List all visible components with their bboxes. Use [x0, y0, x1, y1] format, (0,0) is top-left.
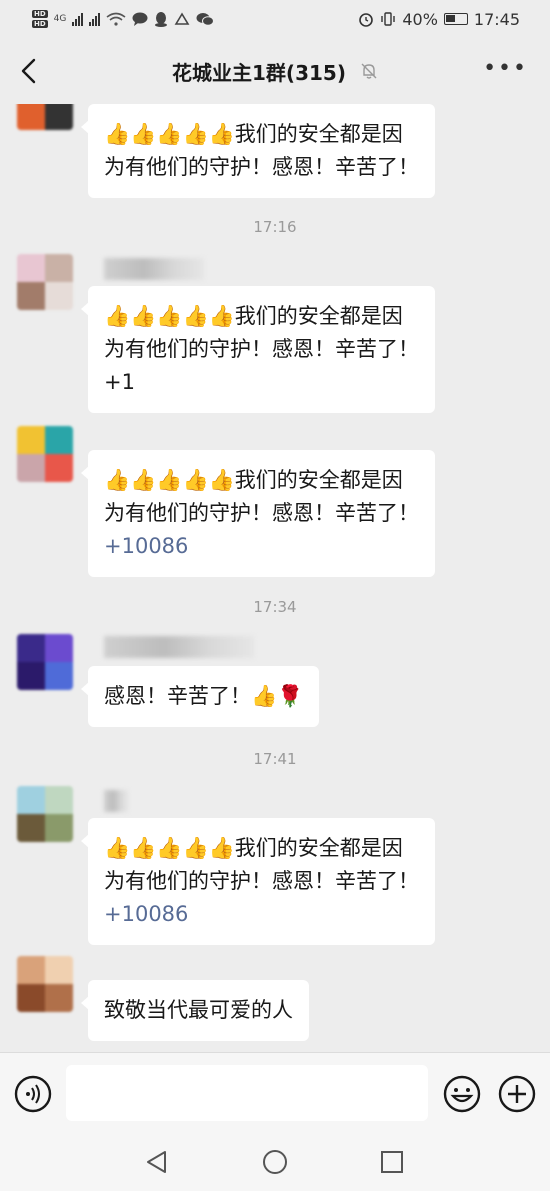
- message-input[interactable]: [66, 1065, 428, 1121]
- hd-badge: HD HD: [32, 9, 48, 29]
- avatar[interactable]: [17, 254, 73, 310]
- sender-name-blurred: [104, 258, 204, 280]
- app-icon: [174, 12, 190, 25]
- hd-label-1: HD: [32, 10, 48, 18]
- vibrate-icon: [381, 12, 396, 26]
- chat-header: 花城业主1群(315) •••: [0, 38, 550, 104]
- message-line: 👍👍👍👍👍我们的安全都是因: [104, 468, 403, 492]
- nav-back-icon[interactable]: [143, 1148, 171, 1176]
- signal-icon-2: [89, 12, 101, 26]
- sender-name-blurred: [104, 636, 254, 658]
- message-bubble[interactable]: 👍👍👍👍👍我们的安全都是因 为有他们的守护！感恩！辛苦了！ +10086: [81, 450, 435, 577]
- timestamp: 17:16: [253, 218, 297, 236]
- battery-icon: [443, 13, 468, 25]
- message-line: 👍👍👍👍👍我们的安全都是因: [104, 122, 403, 146]
- system-nav-bar: [0, 1134, 550, 1191]
- message-line: 致敬当代最可爱的人: [104, 998, 293, 1022]
- alarm-icon: [359, 13, 374, 27]
- avatar[interactable]: [17, 956, 73, 1012]
- message-bubble[interactable]: 👍👍👍👍👍我们的安全都是因 为有他们的守护！感恩！辛苦了！ +10086: [81, 818, 435, 945]
- battery-percent: 40%: [402, 9, 438, 29]
- voice-icon[interactable]: [14, 1075, 52, 1113]
- message-line-number: +10086: [104, 534, 189, 558]
- message-bubble[interactable]: 👍👍👍👍👍我们的安全都是因 为有他们的守护！感恩！辛苦了！: [81, 104, 435, 198]
- emoji-icon[interactable]: [443, 1075, 481, 1113]
- wifi-icon: [106, 12, 126, 26]
- status-bar: HD HD 4G 40% 17:45: [0, 0, 550, 38]
- message-line-number: +10086: [104, 902, 189, 926]
- status-left: HD HD 4G: [32, 9, 215, 29]
- wechat-icon: [196, 13, 215, 26]
- network-label: 4G: [53, 14, 67, 24]
- message-line: 为有他们的守护！感恩！辛苦了！: [104, 337, 419, 361]
- avatar[interactable]: [17, 104, 73, 130]
- message-icon: [132, 12, 148, 26]
- message-bubble[interactable]: 👍👍👍👍👍我们的安全都是因 为有他们的守护！感恩！辛苦了！ +1: [81, 286, 435, 413]
- chat-title: 花城业主1群(315): [172, 60, 346, 85]
- timestamp: 17:34: [253, 598, 297, 616]
- back-arrow-icon[interactable]: [16, 56, 42, 86]
- message-line: 为有他们的守护！感恩！辛苦了！: [104, 155, 419, 179]
- input-bar: [0, 1052, 550, 1134]
- message-line: 为有他们的守护！感恩！辛苦了！: [104, 869, 419, 893]
- sender-name-blurred: [104, 790, 128, 812]
- plus-icon[interactable]: [498, 1075, 536, 1113]
- hd-label-2: HD: [32, 20, 48, 28]
- qq-icon: [155, 11, 168, 27]
- message-line: 感恩！辛苦了！👍🌹: [104, 684, 304, 708]
- timestamp: 17:41: [253, 750, 297, 768]
- avatar[interactable]: [17, 634, 73, 690]
- message-bubble[interactable]: 感恩！辛苦了！👍🌹: [80, 666, 320, 727]
- signal-icon: [72, 12, 84, 26]
- status-time: 17:45: [473, 9, 520, 29]
- mute-bell-icon: [361, 63, 377, 79]
- message-line: 为有他们的守护！感恩！辛苦了！: [104, 501, 419, 525]
- message-line: +1: [104, 370, 135, 394]
- avatar[interactable]: [17, 426, 73, 482]
- message-line: 👍👍👍👍👍我们的安全都是因: [104, 836, 403, 860]
- avatar[interactable]: [17, 786, 73, 842]
- message-line: 👍👍👍👍👍我们的安全都是因: [104, 304, 403, 328]
- status-right: 40% 17:45: [358, 10, 520, 29]
- nav-recents-icon[interactable]: [378, 1148, 406, 1176]
- more-icon[interactable]: •••: [483, 58, 528, 80]
- nav-home-icon[interactable]: [261, 1148, 289, 1176]
- message-bubble[interactable]: 致敬当代最可爱的人: [81, 980, 309, 1041]
- chat-area[interactable]: 👍👍👍👍👍我们的安全都是因 为有他们的守护！感恩！辛苦了！ 17:16 👍👍👍👍…: [0, 104, 550, 1052]
